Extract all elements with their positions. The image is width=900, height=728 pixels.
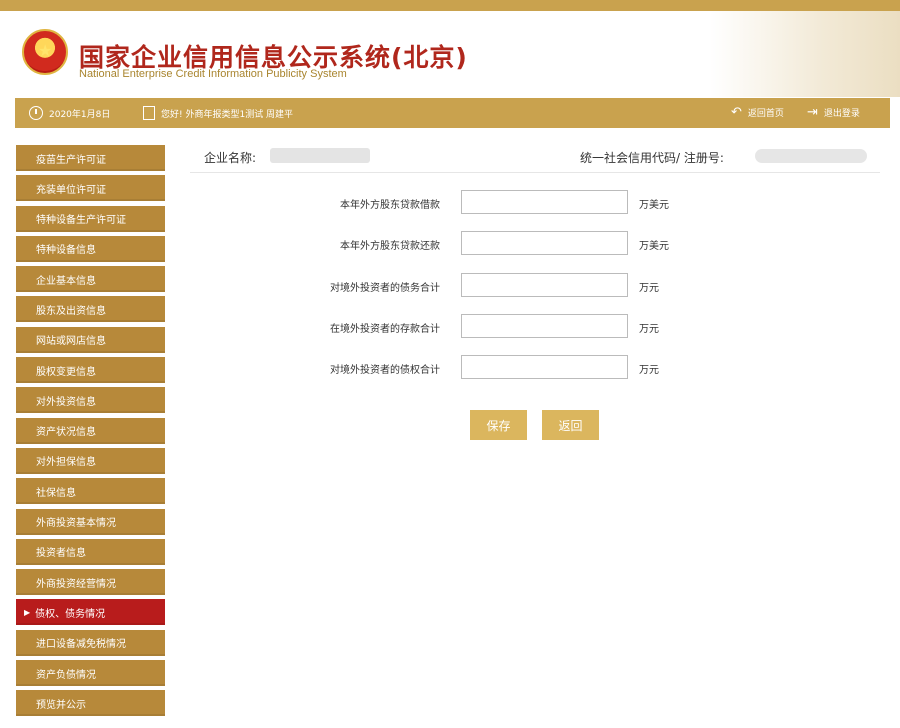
- sidebar-item-label: 社保信息: [36, 487, 76, 499]
- header-decoration: [710, 11, 900, 97]
- sidebar-item-label: 网站或网店信息: [36, 336, 106, 348]
- sidebar-item[interactable]: 股权变更信息: [16, 357, 165, 384]
- sidebar-item-label: 疫苗生产许可证: [36, 154, 106, 166]
- unit-label: 万元: [639, 283, 659, 294]
- form-row: 本年外方股东贷款借款 万美元: [290, 190, 710, 214]
- sidebar-item-label: 企业基本信息: [36, 275, 96, 287]
- credit-code-label: 统一社会信用代码/ 注册号:: [580, 151, 724, 165]
- amount-input[interactable]: [461, 273, 628, 297]
- user-greeting: 您好! 外商年报类型1测试 周建平: [143, 106, 293, 120]
- unit-label: 万元: [639, 365, 659, 376]
- credit-code-value: [755, 149, 867, 163]
- sidebar-nav: 疫苗生产许可证 充装单位许可证特种设备生产许可证 特种设备信息 企业基本信息 股东及出资…: [16, 145, 165, 721]
- greeting-text: 您好! 外商年报类型1测试 周建平: [161, 109, 294, 120]
- site-subtitle: National Enterprise Credit Information P…: [79, 68, 347, 80]
- back-home-label: 返回首页: [747, 109, 784, 119]
- form-label: 在境外投资者的存款合计: [330, 324, 440, 335]
- date-display: 2020年1月8日: [29, 106, 110, 120]
- unit-label: 万美元: [639, 241, 669, 252]
- form-label: 本年外方股东贷款借款: [340, 200, 440, 211]
- sidebar-item[interactable]: 资产负债情况: [16, 660, 165, 687]
- date-text: 2020年1月8日: [49, 109, 111, 120]
- top-border: [0, 0, 900, 11]
- amount-input[interactable]: [461, 314, 628, 338]
- unit-label: 万元: [639, 324, 659, 335]
- sidebar-item-label: 特种设备信息: [36, 245, 96, 257]
- save-button[interactable]: 保存: [470, 410, 527, 440]
- national-emblem-icon: ★: [22, 29, 68, 75]
- active-arrow-icon: ▶: [24, 607, 31, 617]
- sidebar-item-label: 对外投资信息: [36, 396, 96, 408]
- form-row: 对境外投资者的债务合计 万元: [290, 273, 710, 297]
- sidebar-item-label: 对外担保信息: [36, 457, 96, 469]
- unit-label: 万美元: [639, 200, 669, 211]
- user-icon: [143, 106, 155, 120]
- sidebar-item-label: 债权、债务情况: [35, 608, 106, 620]
- sidebar-item[interactable]: 疫苗生产许可证: [16, 145, 165, 171]
- sidebar-item[interactable]: 特种设备信息: [16, 235, 165, 262]
- form-row: 本年外方股东贷款还款 万美元: [290, 231, 710, 255]
- company-info-row: 企业名称: 统一社会信用代码/ 注册号:: [190, 145, 880, 173]
- sidebar-item-label: 投资者信息: [36, 548, 86, 560]
- sidebar-item[interactable]: 外商投资基本情况: [16, 508, 165, 535]
- site-header: ★ 国家企业信用信息公示系统(北京) National Enterprise C…: [0, 11, 900, 97]
- company-name-label: 企业名称:: [204, 151, 257, 165]
- sidebar-item[interactable]: 投资者信息: [16, 538, 165, 565]
- form-label: 对境外投资者的债权合计: [330, 365, 440, 376]
- sidebar-item[interactable]: 进口设备减免税情况: [16, 629, 165, 656]
- sidebar-item[interactable]: 对外投资信息: [16, 387, 165, 414]
- form-label: 对境外投资者的债务合计: [330, 283, 440, 294]
- sidebar-item-label: 外商投资基本情况: [36, 518, 116, 530]
- toolbar: 2020年1月8日 您好! 外商年报类型1测试 周建平 ↶ 返回首页 ⇥ 退出登…: [15, 98, 890, 128]
- sidebar-item[interactable]: 外商投资经营情况: [16, 569, 165, 596]
- sidebar-item-label: 资产状况信息: [36, 427, 96, 439]
- sidebar-item[interactable]: 对外担保信息: [16, 447, 165, 474]
- sidebar-item[interactable]: 社保信息: [16, 478, 165, 505]
- sidebar-item-label: 特种设备生产许可证: [36, 215, 126, 227]
- sidebar-item-label: 充装单位许可证: [36, 184, 106, 196]
- sidebar-item[interactable]: 充装单位许可证: [16, 175, 165, 202]
- company-name-value: [270, 148, 370, 163]
- sidebar-item-label: 预览并公示: [36, 699, 86, 711]
- sidebar-item[interactable]: ▶ 债权、债务情况: [16, 599, 165, 626]
- back-home-link[interactable]: ↶ 返回首页: [731, 104, 784, 120]
- sidebar-item-label: 股东及出资信息: [36, 305, 106, 317]
- logout-label: 退出登录: [823, 109, 860, 119]
- clock-icon: [29, 106, 43, 120]
- back-button[interactable]: 返回: [542, 410, 599, 440]
- sidebar-item[interactable]: 股东及出资信息: [16, 296, 165, 323]
- form-row: 在境外投资者的存款合计 万元: [290, 314, 710, 338]
- sidebar-item[interactable]: 资产状况信息: [16, 417, 165, 444]
- form-row: 对境外投资者的债权合计 万元: [290, 355, 710, 379]
- return-arrow-icon: ↶: [731, 104, 742, 120]
- amount-input[interactable]: [461, 231, 628, 255]
- logout-icon: ⇥: [807, 104, 818, 120]
- logout-link[interactable]: ⇥ 退出登录: [807, 104, 860, 120]
- sidebar-item[interactable]: 网站或网店信息: [16, 326, 165, 353]
- form-label: 本年外方股东贷款还款: [340, 241, 440, 252]
- sidebar-item-label: 进口设备减免税情况: [36, 639, 126, 651]
- sidebar-item[interactable]: 特种设备生产许可证: [16, 205, 165, 232]
- sidebar-item-label: 股权变更信息: [36, 366, 96, 378]
- amount-input[interactable]: [461, 190, 628, 214]
- sidebar-item-label: 外商投资经营情况: [36, 578, 116, 590]
- amount-input[interactable]: [461, 355, 628, 379]
- sidebar-item-label: 资产负债情况: [36, 669, 96, 681]
- sidebar-item[interactable]: 预览并公示: [16, 690, 165, 717]
- sidebar-item[interactable]: 企业基本信息: [16, 266, 165, 293]
